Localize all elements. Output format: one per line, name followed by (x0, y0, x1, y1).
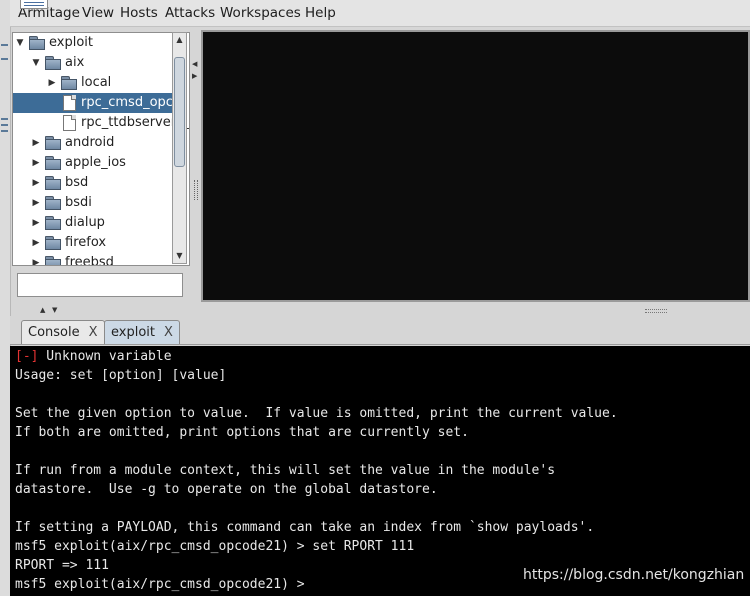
tree-item-label: bsdi (65, 195, 92, 210)
edge-marker (1, 124, 8, 126)
tree-scrollbar[interactable]: ▲ ▼ (172, 32, 187, 264)
tree-item-exploit[interactable]: ▼ exploit (13, 33, 173, 53)
scroll-down-icon[interactable]: ▼ (173, 250, 186, 262)
tree-item-local[interactable]: ▶ local (13, 73, 173, 93)
console-line: If run from a module context, this will … (15, 463, 556, 478)
menu-bar: Armitage View Hosts Attacks Workspaces H… (10, 0, 750, 27)
tree-item-android[interactable]: ▶ android (13, 133, 173, 153)
folder-icon (45, 256, 61, 265)
menu-help[interactable]: Help (305, 5, 336, 21)
tab-label: Console (28, 325, 80, 340)
expanded-arrow-icon[interactable]: ▼ (15, 33, 25, 53)
folder-icon (45, 216, 61, 230)
console-line: If setting a PAYLOAD, this command can t… (15, 520, 595, 535)
edge-marker (1, 44, 8, 46)
module-search-input[interactable] (17, 273, 183, 297)
menu-view[interactable]: View (82, 5, 114, 21)
expand-down-icon[interactable]: ▼ (52, 306, 57, 314)
collapsed-arrow-icon[interactable]: ▶ (47, 73, 57, 93)
tab-label: exploit (111, 325, 155, 340)
folder-icon (45, 56, 61, 70)
tree-item-label: dialup (65, 215, 105, 230)
collapsed-arrow-icon[interactable]: ▶ (31, 173, 41, 193)
expand-right-icon[interactable]: ▶ (192, 72, 197, 80)
folder-icon (45, 196, 61, 210)
console-line: RPORT => 111 (15, 558, 109, 573)
collapsed-arrow-icon[interactable]: ▶ (31, 193, 41, 213)
collapse-up-icon[interactable]: ▲ (40, 306, 45, 314)
tree-item-rpc-cmsd-opcode21[interactable]: rpc_cmsd_opcode21 (13, 93, 189, 113)
folder-icon (61, 76, 77, 90)
tree-item-aix[interactable]: ▼ aix (13, 53, 173, 73)
tree-item-apple-ios[interactable]: ▶ apple_ios (13, 153, 173, 173)
watermark-text: https://blog.csdn.net/kongzhian (523, 567, 745, 583)
collapse-left-icon[interactable]: ◀ (192, 60, 197, 68)
tree-item-label: aix (65, 55, 85, 70)
tree-item-label: freebsd (65, 255, 114, 266)
console-line: msf5 exploit(aix/rpc_cmsd_opcode21) > se… (15, 539, 415, 554)
edge-marker (1, 118, 8, 120)
menu-attacks[interactable]: Attacks (165, 5, 215, 21)
console-prompt-line[interactable]: msf5 exploit(aix/rpc_cmsd_opcode21) > (15, 575, 305, 594)
horizontal-splitter-grip[interactable] (645, 309, 667, 313)
tree-item-label: bsd (65, 175, 89, 190)
scroll-thumb[interactable] (174, 57, 185, 167)
document-icon (20, 0, 48, 9)
tree-item-firefox[interactable]: ▶ firefox (13, 233, 173, 253)
console-line: Set the given option to value. If value … (15, 406, 618, 421)
module-tree[interactable]: ▼ exploit ▼ aix ▶ local rpc_cmsd_opcode2… (12, 32, 190, 266)
edge-marker (1, 130, 8, 132)
folder-icon (45, 156, 61, 170)
splitter-grip[interactable] (194, 180, 198, 200)
vertical-splitter[interactable]: ◀ ▶ (190, 30, 200, 302)
module-file-icon (63, 95, 76, 111)
console-line: If both are omitted, print options that … (15, 425, 469, 440)
menu-hosts[interactable]: Hosts (120, 5, 158, 21)
close-tab-icon[interactable]: X (89, 325, 98, 340)
targets-view[interactable] (201, 30, 750, 302)
console-line-text: Unknown variable (38, 349, 172, 364)
console-line: datastore. Use -g to operate on the glob… (15, 482, 438, 497)
tree-item-label: android (65, 135, 115, 150)
tab-exploit[interactable]: exploit X (104, 320, 180, 344)
folder-icon (45, 176, 61, 190)
folder-icon (45, 236, 61, 250)
tree-item-label: firefox (65, 235, 107, 250)
collapsed-arrow-icon[interactable]: ▶ (31, 233, 41, 253)
folder-icon (29, 36, 45, 50)
collapsed-arrow-icon[interactable]: ▶ (31, 153, 41, 173)
folder-icon (45, 136, 61, 150)
tree-item-bsdi[interactable]: ▶ bsdi (13, 193, 173, 213)
close-tab-icon[interactable]: X (164, 325, 173, 340)
tree-item-bsd[interactable]: ▶ bsd (13, 173, 173, 193)
module-file-icon (63, 115, 76, 131)
console-output[interactable]: [-] Unknown variable Usage: set [option]… (10, 346, 750, 596)
collapsed-arrow-icon[interactable]: ▶ (31, 253, 41, 265)
tree-item-dialup[interactable]: ▶ dialup (13, 213, 173, 233)
tree-item-rpc-ttdbserverd[interactable]: rpc_ttdbserverd_realpath (13, 113, 189, 133)
error-prefix: [-] (15, 349, 39, 364)
tree-item-freebsd[interactable]: ▶ freebsd (13, 253, 173, 266)
menu-workspaces[interactable]: Workspaces (220, 5, 301, 21)
collapsed-arrow-icon[interactable]: ▶ (31, 133, 41, 153)
tree-item-label: local (81, 75, 112, 90)
tree-item-label: apple_ios (65, 155, 126, 170)
edge-marker (1, 58, 8, 60)
tree-item-label: exploit (49, 35, 93, 50)
console-line: [-] Unknown variable (15, 347, 172, 366)
console-line: Usage: set [option] [value] (15, 368, 227, 383)
collapsed-arrow-icon[interactable]: ▶ (31, 213, 41, 233)
tab-console[interactable]: Console X (21, 320, 105, 344)
expanded-arrow-icon[interactable]: ▼ (31, 53, 41, 73)
scroll-up-icon[interactable]: ▲ (173, 34, 186, 46)
